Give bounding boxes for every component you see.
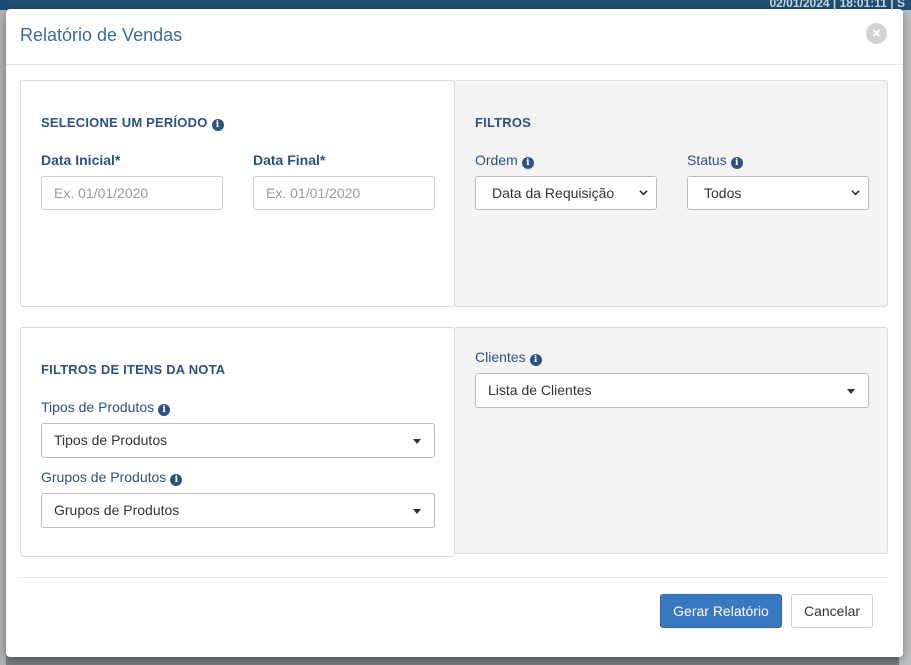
- itens-nota-title: FILTROS DE ITENS DA NOTA: [41, 362, 226, 377]
- data-final-label: Data Final*: [253, 152, 326, 168]
- modal-title: Relatório de Vendas: [20, 25, 183, 45]
- ordem-label: Ordem i: [475, 152, 534, 169]
- ordem-select[interactable]: Data da Requisição: [475, 176, 657, 210]
- chevron-down-icon: [639, 190, 648, 196]
- info-icon[interactable]: i: [170, 474, 183, 486]
- gerar-relatorio-button[interactable]: Gerar Relatório: [660, 594, 782, 628]
- grupos-produtos-label: Grupos de Produtos i: [41, 469, 183, 486]
- tipos-produtos-value: Tipos de Produtos: [54, 432, 168, 448]
- caret-down-icon: [413, 509, 421, 514]
- info-icon[interactable]: i: [529, 354, 542, 366]
- close-icon[interactable]: ×: [866, 23, 887, 44]
- filtros-title: FILTROS: [475, 115, 532, 130]
- itens-nota-panel: FILTROS DE ITENS DA NOTA Tipos de Produt…: [20, 327, 455, 557]
- info-icon[interactable]: i: [730, 157, 743, 169]
- tipos-produtos-label: Tipos de Produtos i: [41, 399, 171, 416]
- clientes-label: Clientes i: [475, 349, 542, 366]
- info-icon[interactable]: i: [521, 157, 534, 169]
- caret-down-icon: [413, 439, 421, 444]
- data-final-input[interactable]: [253, 176, 435, 210]
- footer-divider: [20, 577, 888, 578]
- clientes-panel: Clientes i Lista de Clientes: [454, 327, 888, 554]
- data-inicial-label: Data Inicial*: [41, 152, 121, 168]
- caret-down-icon: [847, 389, 855, 394]
- filtros-panel: FILTROS Ordem i Data da Requisição Status…: [454, 80, 888, 307]
- modal-header: Relatório de Vendas ×: [6, 9, 903, 65]
- clientes-select-value: Lista de Clientes: [488, 382, 592, 398]
- status-select[interactable]: Todos: [687, 176, 869, 210]
- ordem-select-value: Data da Requisição: [492, 185, 615, 201]
- grupos-produtos-value: Grupos de Produtos: [54, 502, 180, 518]
- data-inicial-input[interactable]: [41, 176, 223, 210]
- chevron-down-icon: [851, 190, 860, 196]
- clientes-select[interactable]: Lista de Clientes: [475, 373, 869, 408]
- status-label-text: Status: [687, 152, 727, 168]
- clientes-label-text: Clientes: [475, 349, 526, 365]
- tipos-produtos-label-text: Tipos de Produtos: [41, 399, 155, 415]
- info-icon[interactable]: i: [158, 404, 171, 416]
- ordem-label-text: Ordem: [475, 152, 518, 168]
- grupos-produtos-label-text: Grupos de Produtos: [41, 469, 167, 485]
- tipos-produtos-select[interactable]: Tipos de Produtos: [41, 423, 435, 458]
- status-label: Status i: [687, 152, 743, 169]
- periodo-panel: SELECIONE UM PERÍODOi Data Inicial* Data…: [20, 80, 455, 307]
- periodo-title: SELECIONE UM PERÍODO i: [41, 115, 224, 131]
- relatorio-vendas-modal: Relatório de Vendas × SELECIONE UM PERÍO…: [6, 9, 903, 657]
- periodo-title-text: SELECIONE UM PERÍODO: [41, 115, 208, 130]
- cancelar-button[interactable]: Cancelar: [791, 594, 873, 628]
- status-select-value: Todos: [704, 185, 742, 201]
- grupos-produtos-select[interactable]: Grupos de Produtos: [41, 493, 435, 528]
- info-icon[interactable]: i: [211, 119, 224, 131]
